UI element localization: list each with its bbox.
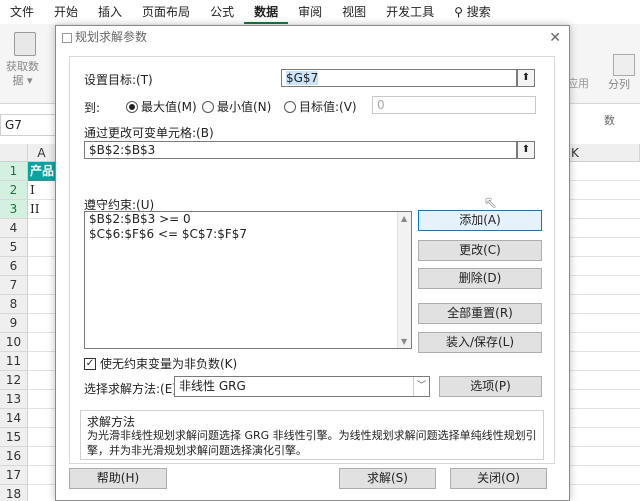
- constraints-list[interactable]: $B$2:$B$3 >= 0 $C$6:$F$6 <= $C$7:$F$7 ▲ …: [84, 211, 412, 349]
- tab-page-layout[interactable]: 页面布局: [132, 0, 200, 24]
- dialog-title: 规划求解参数: [75, 30, 148, 44]
- row-header[interactable]: 4: [0, 219, 28, 238]
- changing-cells-label: 通过更改可变单元格:(B): [84, 126, 214, 140]
- radio-min-label: 最小值(N): [217, 100, 272, 114]
- solving-method-select[interactable]: 非线性 GRG ﹀: [174, 376, 430, 397]
- nonnegative-checkbox[interactable]: ✓ 使无约束变量为非负数(K): [84, 355, 237, 372]
- constraints-scrollbar[interactable]: ▲ ▼: [397, 212, 411, 348]
- get-data-button[interactable]: 获取数 据 ▾: [6, 30, 54, 100]
- delete-button[interactable]: 删除(D): [418, 268, 542, 289]
- radio-max-circle: [126, 100, 138, 113]
- tab-review[interactable]: 审阅: [288, 0, 332, 24]
- radio-max-label: 最大值(M): [141, 100, 197, 114]
- tab-view[interactable]: 视图: [332, 0, 376, 24]
- radio-value-circle: [284, 100, 296, 113]
- row-header[interactable]: 13: [0, 390, 28, 409]
- objective-collapse-button[interactable]: ⬆: [517, 69, 535, 87]
- row-header[interactable]: 3: [0, 200, 28, 219]
- row-header[interactable]: 16: [0, 447, 28, 466]
- search-box[interactable]: ⚲ 搜索: [444, 0, 501, 24]
- radio-value-label: 目标值:(V): [299, 100, 357, 114]
- method-description: 为光滑非线性规划求解问题选择 GRG 非线性引擎。为线性规划求解问题选择单纯线性…: [87, 429, 537, 457]
- cell-a3[interactable]: II: [30, 200, 39, 219]
- split-label: 分列: [608, 78, 630, 91]
- row-header[interactable]: 18: [0, 485, 28, 501]
- get-data-label: 获取数 据 ▾: [6, 60, 39, 87]
- change-button[interactable]: 更改(C): [418, 240, 542, 261]
- to-label: 到:: [84, 101, 101, 115]
- method-description-box: 求解方法 为光滑非线性规划求解问题选择 GRG 非线性引擎。为线性规划求解问题选…: [80, 410, 544, 460]
- list-item[interactable]: $C$6:$F$6 <= $C$7:$F$7: [85, 227, 411, 242]
- row-header[interactable]: 1: [0, 162, 28, 181]
- check-icon: ✓: [84, 357, 96, 370]
- tab-formulas[interactable]: 公式: [200, 0, 244, 24]
- ribbon-tabs: 文件 开始 插入 页面布局 公式 数据 审阅 视图 开发工具 ⚲ 搜索: [0, 0, 640, 24]
- row-header[interactable]: 2: [0, 181, 28, 200]
- tab-data[interactable]: 数据: [244, 0, 289, 24]
- cell-a1[interactable]: 产品: [28, 162, 56, 181]
- row-header[interactable]: 14: [0, 409, 28, 428]
- text-to-columns-button[interactable]: 分列: [608, 54, 640, 114]
- col-header-k[interactable]: K: [559, 144, 640, 162]
- tab-file[interactable]: 文件: [0, 0, 44, 24]
- row-header[interactable]: 9: [0, 314, 28, 333]
- search-label: 搜索: [466, 5, 491, 19]
- solving-method-label: 选择求解方法:(E): [84, 382, 177, 396]
- split-icon: [613, 54, 635, 76]
- search-icon: ⚲: [454, 5, 463, 19]
- scroll-up-icon[interactable]: ▲: [401, 214, 407, 223]
- add-button[interactable]: 添加(A): [418, 210, 542, 231]
- help-button[interactable]: 帮助(H): [69, 468, 167, 489]
- dialog-panel: 设置目标:(T) $G$7 ⬆ 到: 最大值(M) 最小值(N) 目标值:(V)…: [69, 56, 555, 464]
- close-icon[interactable]: ✕: [549, 27, 561, 49]
- solve-button[interactable]: 求解(S): [339, 468, 436, 489]
- tab-home[interactable]: 开始: [44, 0, 88, 24]
- database-icon: [14, 32, 36, 56]
- solver-dialog: 规划求解参数 ✕ 设置目标:(T) $G$7 ⬆ 到: 最大值(M) 最小值(N…: [55, 25, 570, 501]
- row-header[interactable]: 11: [0, 352, 28, 371]
- ribbon-group-label: 数: [604, 114, 615, 127]
- set-objective-label: 设置目标:(T): [84, 73, 153, 87]
- corner-header[interactable]: [0, 144, 28, 162]
- tab-developer[interactable]: 开发工具: [376, 0, 444, 24]
- options-button[interactable]: 选项(P): [439, 376, 542, 397]
- chevron-down-icon: ﹀: [413, 377, 429, 396]
- cell-a2[interactable]: I: [30, 181, 35, 200]
- row-header[interactable]: 15: [0, 428, 28, 447]
- name-box[interactable]: G7: [0, 114, 56, 136]
- row-header[interactable]: 7: [0, 276, 28, 295]
- changing-cells-input[interactable]: $B$2:$B$3: [84, 141, 517, 159]
- nonnegative-label: 使无约束变量为非负数(K): [100, 357, 238, 371]
- col-header-a[interactable]: A: [28, 144, 56, 162]
- dialog-icon: [62, 32, 72, 43]
- row-header[interactable]: 6: [0, 257, 28, 276]
- radio-max[interactable]: 最大值(M): [126, 98, 197, 115]
- mouse-cursor-icon: ↖: [484, 193, 498, 212]
- tab-insert[interactable]: 插入: [88, 0, 132, 24]
- scroll-down-icon[interactable]: ▼: [401, 337, 407, 346]
- list-item[interactable]: $B$2:$B$3 >= 0: [85, 212, 411, 227]
- row-header[interactable]: 12: [0, 371, 28, 390]
- row-header[interactable]: 17: [0, 466, 28, 485]
- solving-method-value: 非线性 GRG: [179, 379, 246, 393]
- row-header[interactable]: 8: [0, 295, 28, 314]
- dialog-titlebar[interactable]: 规划求解参数 ✕: [56, 26, 569, 48]
- row-header[interactable]: 10: [0, 333, 28, 352]
- radio-min[interactable]: 最小值(N): [202, 98, 271, 115]
- objective-input[interactable]: $G$7: [281, 69, 517, 87]
- row-header[interactable]: 5: [0, 238, 28, 257]
- radio-value[interactable]: 目标值:(V): [284, 98, 357, 115]
- close-button[interactable]: 关闭(O): [450, 468, 547, 489]
- changing-collapse-button[interactable]: ⬆: [517, 141, 535, 159]
- collapse-icon: ⬆: [521, 144, 531, 155]
- reset-all-button[interactable]: 全部重置(R): [418, 303, 542, 324]
- collapse-icon: ⬆: [521, 72, 531, 83]
- load-save-button[interactable]: 装入/保存(L): [418, 332, 542, 353]
- value-of-input[interactable]: 0: [372, 96, 536, 114]
- radio-min-circle: [202, 100, 214, 113]
